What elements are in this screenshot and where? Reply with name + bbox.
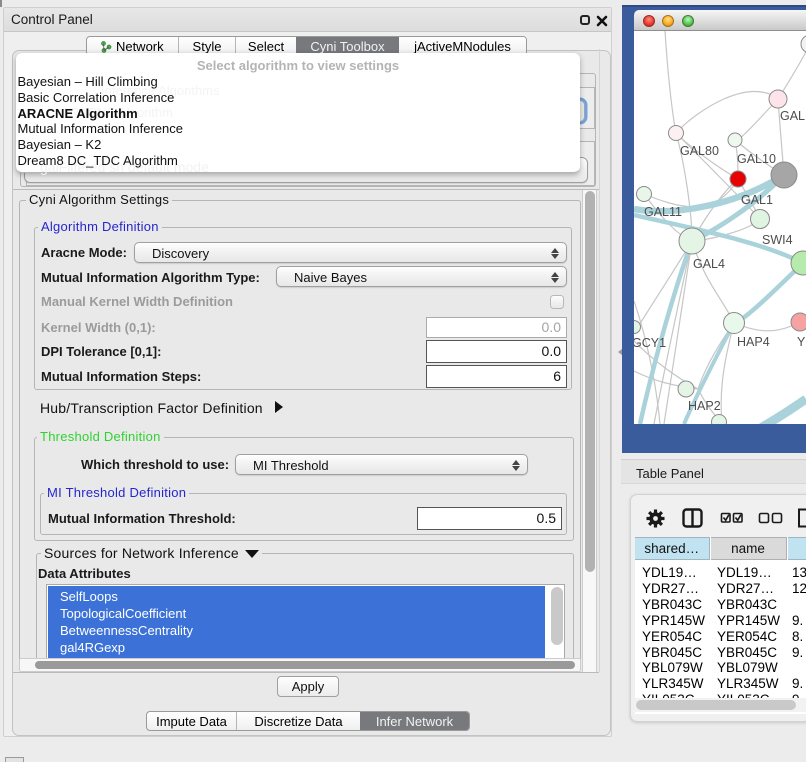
svg-text:HAP4: HAP4 <box>737 335 770 349</box>
svg-text:Y: Y <box>797 335 806 349</box>
svg-text:GAL: GAL <box>780 109 805 123</box>
svg-text:GAL1: GAL1 <box>741 193 773 207</box>
svg-text:GAL10: GAL10 <box>737 152 776 166</box>
svg-text:GAL4: GAL4 <box>693 257 725 271</box>
svg-text:SWI4: SWI4 <box>762 233 793 247</box>
svg-text:GCY1: GCY1 <box>634 336 666 350</box>
svg-text:HAP2: HAP2 <box>688 399 721 413</box>
svg-text:GAL11: GAL11 <box>644 205 682 219</box>
svg-text:GAL80: GAL80 <box>680 144 719 158</box>
